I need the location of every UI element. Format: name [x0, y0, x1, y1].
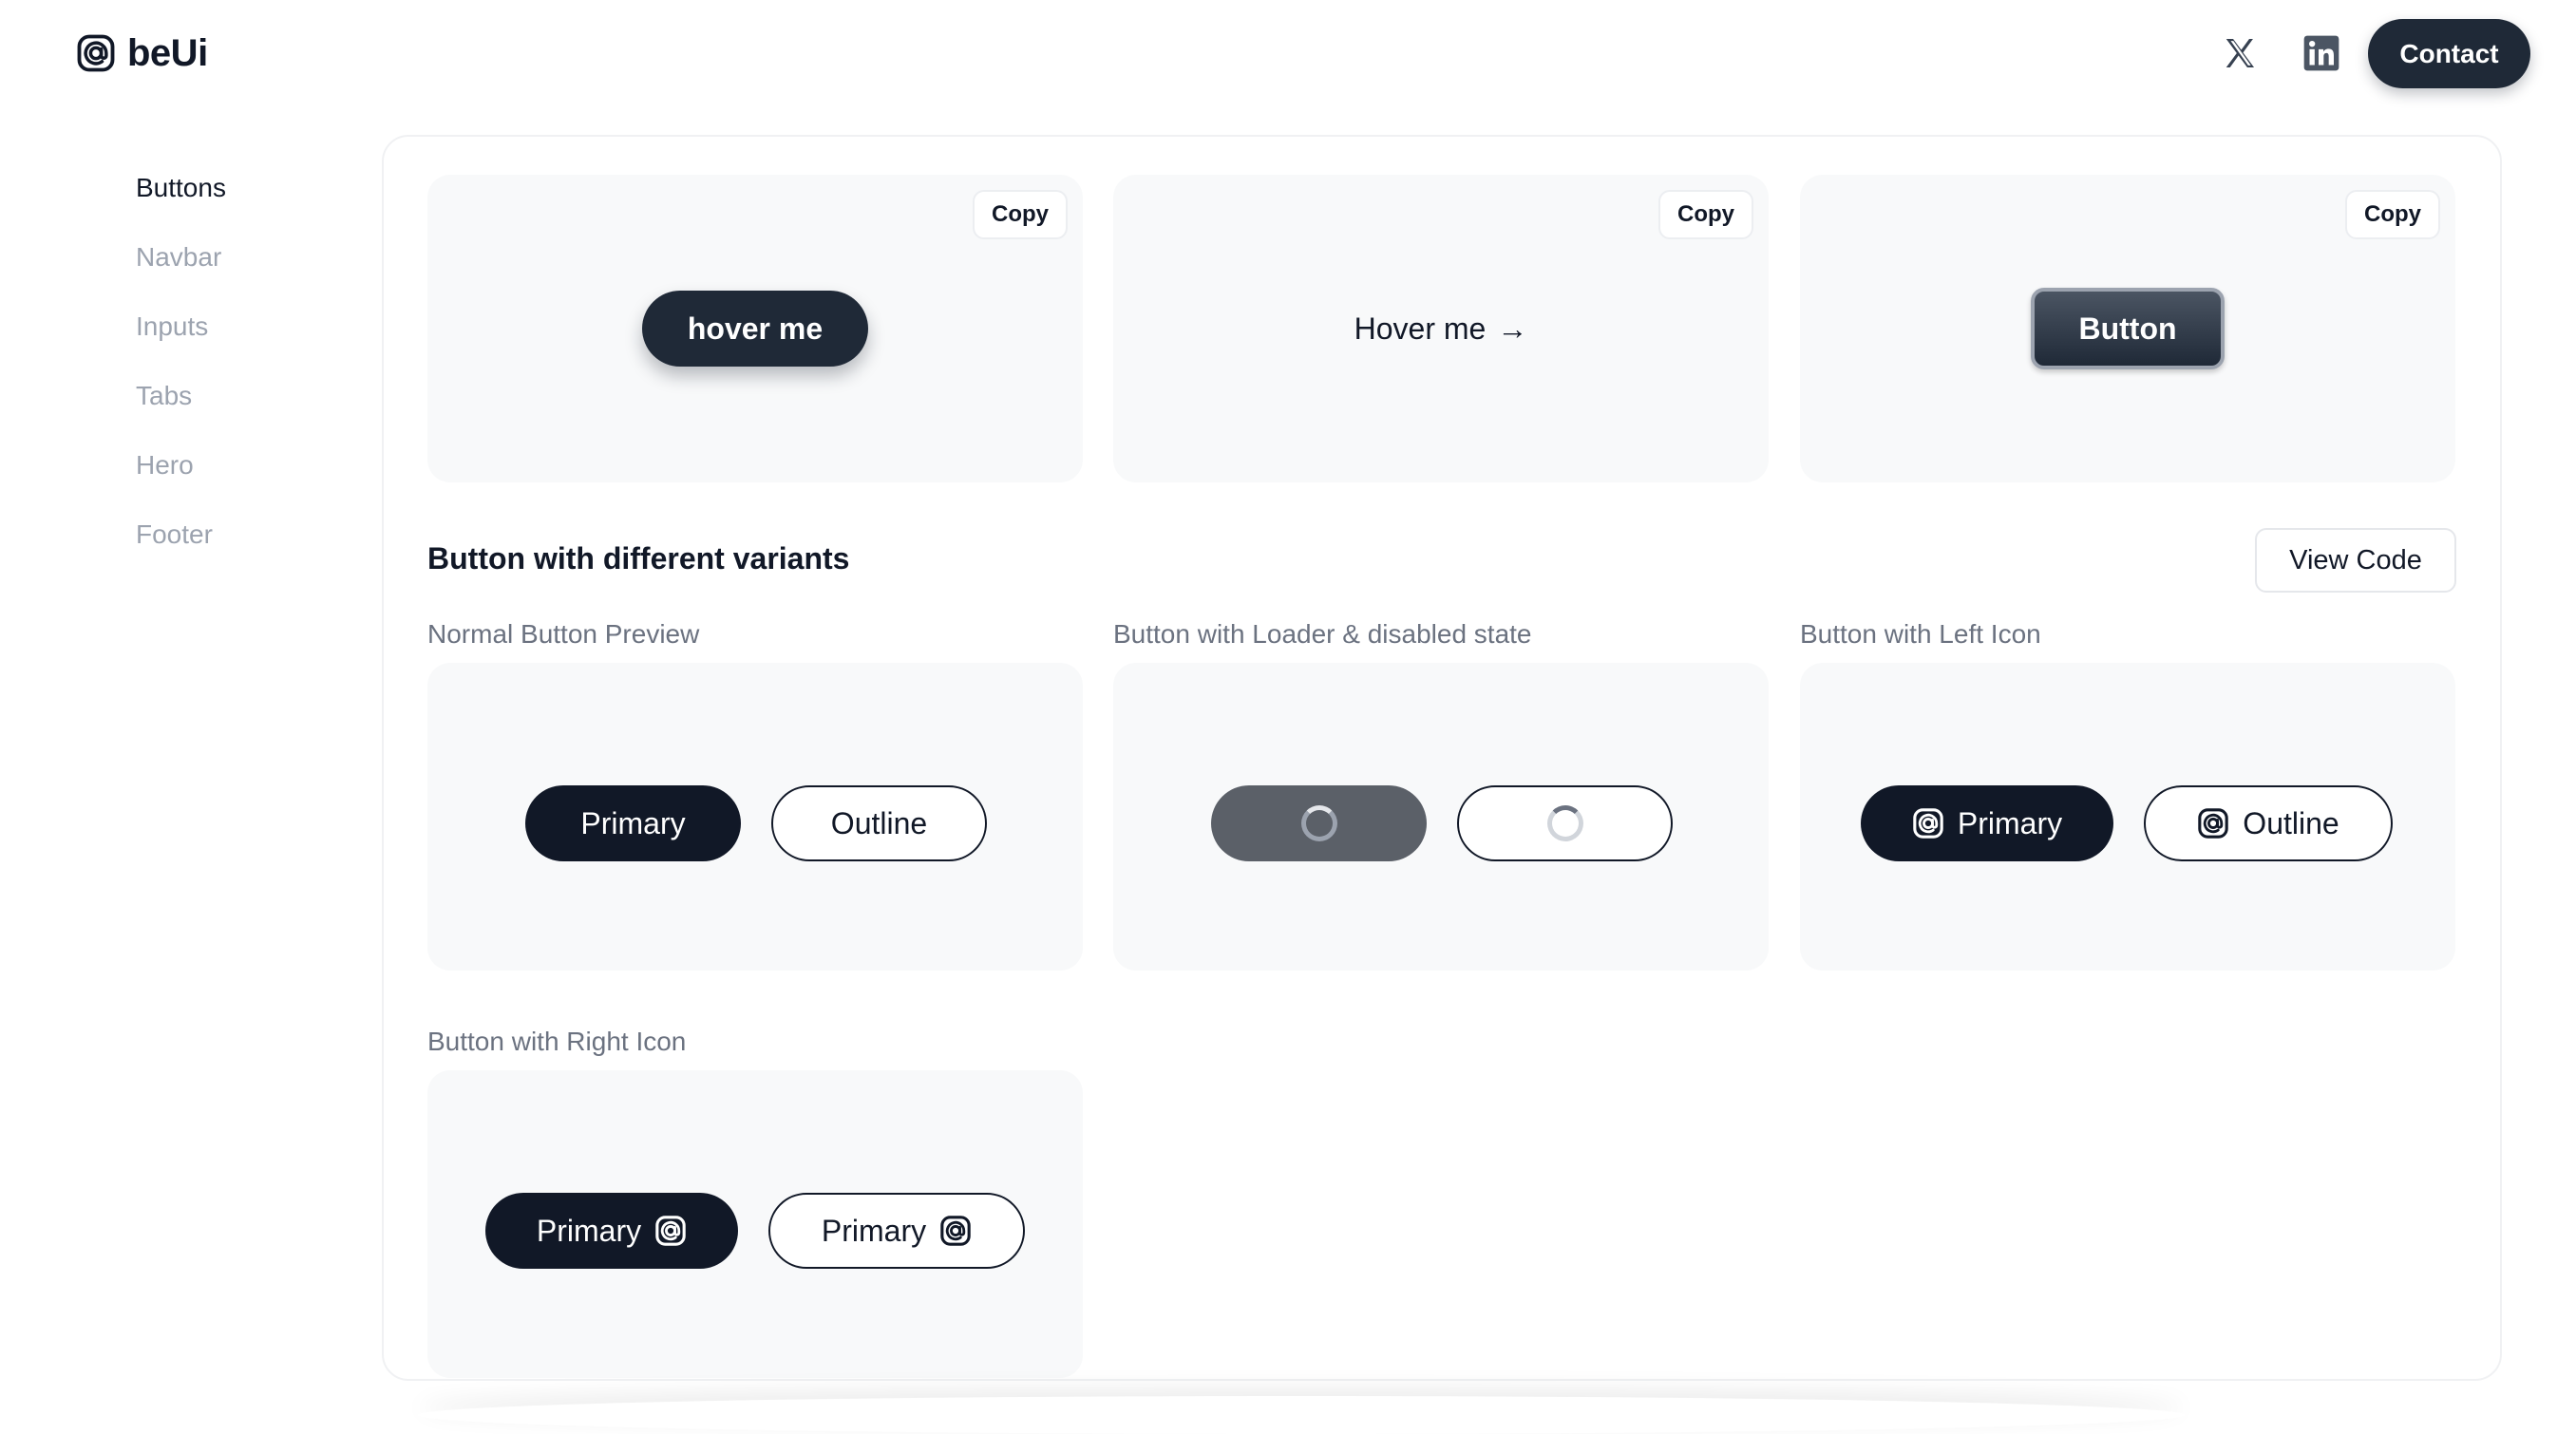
button-label: Primary [1957, 805, 2063, 840]
button-label: Primary [536, 1213, 642, 1248]
preview-card-normal: Primary Outline [427, 663, 1083, 971]
brand-name: beUi [127, 31, 208, 74]
at-square-icon [1913, 808, 1943, 839]
card-label-left-icon: Button with Left Icon [1800, 619, 2041, 649]
sidebar-item-footer[interactable]: Footer [136, 516, 226, 585]
preview-area: hover me [427, 175, 1083, 482]
card-label-normal: Normal Button Preview [427, 619, 700, 649]
outline-right-icon-button[interactable]: Primary [768, 1193, 1025, 1269]
hover-me-arrow-button[interactable]: Hover me → [1354, 311, 1528, 347]
spinner-icon [1546, 805, 1583, 841]
preview-area: Hover me → [1113, 175, 1769, 482]
preview-card-loader [1113, 663, 1769, 971]
primary-right-icon-button[interactable]: Primary [485, 1193, 738, 1269]
sidebar-item-buttons[interactable]: Buttons [136, 169, 226, 238]
hover-me-label: Hover me [1354, 311, 1487, 346]
button-label: Primary [821, 1213, 927, 1248]
sidebar-item-tabs[interactable]: Tabs [136, 377, 226, 446]
outline-left-icon-button[interactable]: Outline [2144, 785, 2393, 861]
contact-button[interactable]: Contact [2368, 19, 2530, 88]
x-twitter-link[interactable] [2221, 34, 2259, 72]
sidebar: Buttons Navbar Inputs Tabs Hero Footer [136, 169, 226, 585]
outline-button[interactable]: Outline [771, 785, 987, 861]
button-label: Outline [2243, 805, 2339, 840]
primary-loading-button[interactable] [1211, 785, 1427, 861]
preview-area: Button [1800, 175, 2455, 482]
at-square-icon [940, 1216, 971, 1246]
bottom-shadow [418, 1396, 2185, 1434]
preview-card-hover-arrow: Copy Hover me → [1113, 175, 1769, 482]
primary-left-icon-button[interactable]: Primary [1861, 785, 2113, 861]
sidebar-item-navbar[interactable]: Navbar [136, 238, 226, 308]
section-title: Button with different variants [427, 541, 850, 575]
card-label-loader: Button with Loader & disabled state [1113, 619, 1532, 649]
linkedin-icon [2303, 35, 2339, 71]
primary-button[interactable]: Primary [525, 785, 741, 861]
at-square-icon [2198, 808, 2229, 839]
hover-me-button[interactable]: hover me [642, 291, 868, 367]
gradient-button[interactable]: Button [2031, 288, 2225, 369]
brand-logo[interactable]: beUi [76, 30, 208, 76]
x-twitter-icon [2226, 38, 2255, 68]
arrow-right-icon: → [1497, 311, 1528, 346]
at-square-icon [77, 34, 115, 72]
at-square-icon [655, 1216, 686, 1246]
preview-card-gradient-button: Copy Button [1800, 175, 2455, 482]
linkedin-link[interactable] [2302, 34, 2340, 72]
preview-card-hover-me: Copy hover me [427, 175, 1083, 482]
view-code-button[interactable]: View Code [2255, 528, 2456, 593]
spinner-icon [1300, 805, 1337, 841]
sidebar-item-hero[interactable]: Hero [136, 446, 226, 516]
sidebar-item-inputs[interactable]: Inputs [136, 308, 226, 377]
card-label-right-icon: Button with Right Icon [427, 1027, 687, 1056]
outline-loading-button[interactable] [1457, 785, 1673, 861]
preview-card-left-icon: Primary Outline [1800, 663, 2455, 971]
preview-card-right-icon: Primary Primary [427, 1070, 1083, 1378]
